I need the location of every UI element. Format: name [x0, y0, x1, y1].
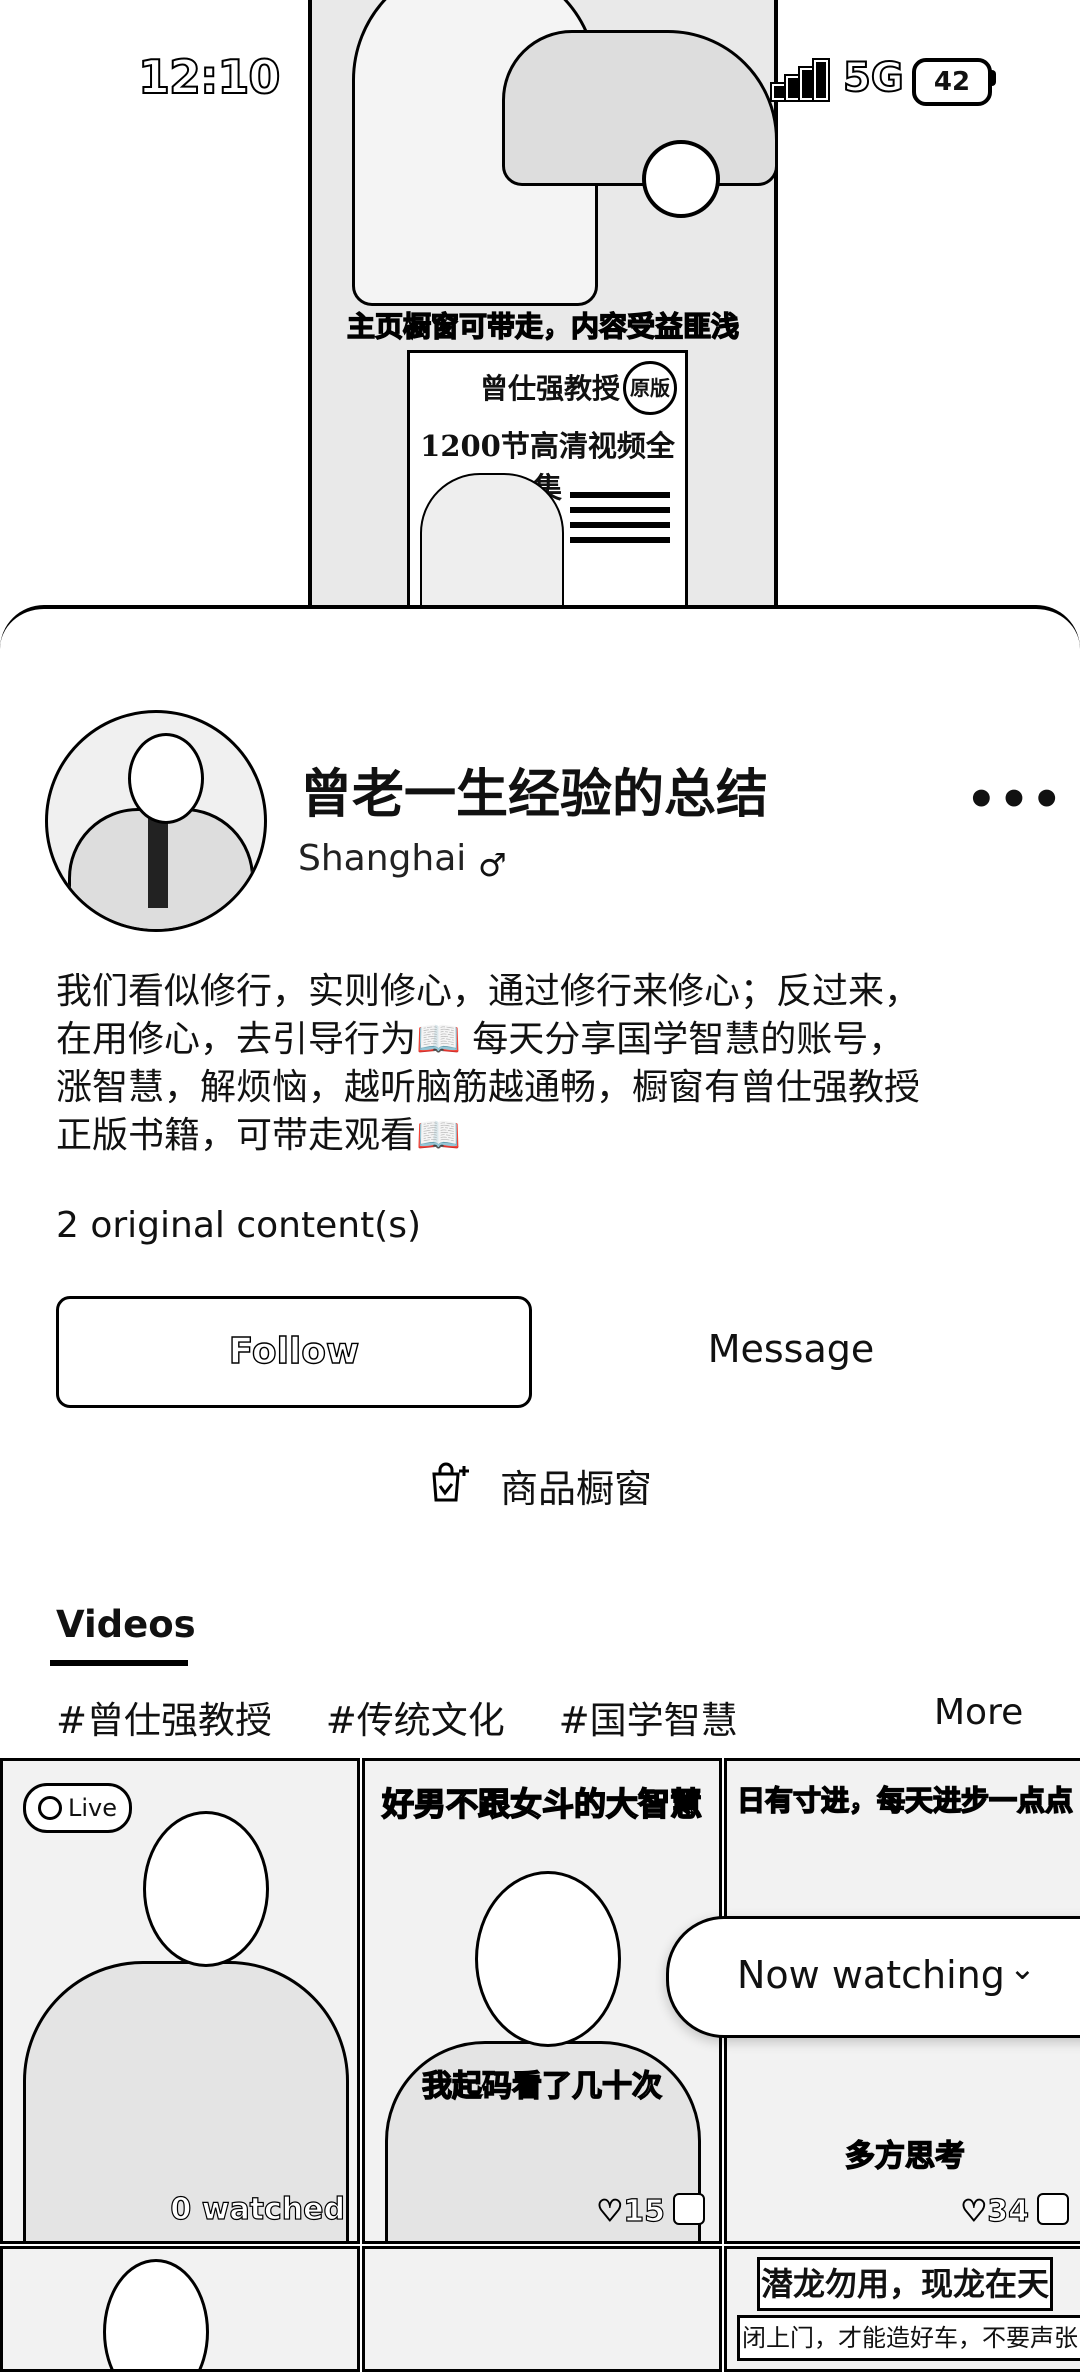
video-thumbnail[interactable]: 潜龙勿用，现龙在天 闭上门，才能造好车，不要声张 [724, 2246, 1080, 2372]
live-icon [38, 1796, 62, 1820]
video-car-wheel [642, 140, 720, 218]
video-frame[interactable]: 主页橱窗可带走，内容受益匪浅 曾仕强教授 原版 1200节高清视频全集 [308, 0, 778, 620]
shop-window-label: 商品橱窗 [500, 1467, 653, 1511]
thumbnail-caption: 潜龙勿用，现龙在天 [757, 2257, 1053, 2311]
live-badge: Live [23, 1783, 133, 1833]
book-cover-image: 曾仕强教授 原版 1200节高清视频全集 [407, 350, 688, 620]
battery-icon: 42 [912, 58, 992, 106]
video-thumbnail[interactable]: 好男不跟女斗的大智慧 我起码看了几十次 ♡15 [362, 1758, 722, 2244]
book-text-lines [570, 483, 670, 552]
profile-bio: 我们看似修行，实则修心，通过修行来修心；反过来， 在用修心，去引导行为📖 每天分… [56, 968, 1036, 1160]
profile-location: Shanghai [298, 838, 467, 879]
video-car-image [502, 30, 778, 186]
thumbnail-figure [143, 1811, 269, 1967]
bio-line: 我们看似修行，实则修心，通过修行来修心；反过来， [56, 971, 921, 1012]
now-watching-label: Now watching [737, 1953, 1005, 1997]
like-count-value: ♡34 [960, 2193, 1030, 2229]
shopping-bag-icon [432, 1462, 469, 1502]
hashtag-filter[interactable]: #传统文化 [326, 1699, 505, 1742]
avatar-head [128, 733, 204, 824]
thumbnail-subtitle: 我起码看了几十次 [421, 2068, 662, 2104]
video-thumbnail[interactable] [0, 2246, 360, 2372]
battery-tip [990, 70, 996, 86]
message-button[interactable]: Message [556, 1296, 1026, 1402]
thumbnail-subtitle: 闭上门，才能造好车，不要声张 [737, 2315, 1080, 2361]
avatar-tie [148, 818, 168, 908]
like-count-value: ♡15 [596, 2193, 666, 2229]
avatar[interactable] [45, 710, 267, 932]
tab-active-indicator [50, 1660, 188, 1666]
video-grid: Live 0 watched 好男不跟女斗的大智慧 我起码看了几十次 ♡15 日… [0, 1758, 1080, 2372]
video-subtitle: 主页橱窗可带走，内容受益匪浅 [346, 309, 739, 343]
hashtag-filters: #曾仕强教授 #传统文化 #国学智慧 [56, 1690, 780, 1744]
follow-button[interactable]: Follow [56, 1296, 532, 1408]
now-watching-pill[interactable]: Now watching ⌄ [666, 1916, 1080, 2038]
thumbnail-figure [103, 2259, 209, 2369]
book-badge: 原版 [623, 361, 677, 415]
pin-icon [1037, 2193, 1069, 2225]
status-time: 12:10 [137, 49, 281, 105]
more-horizontal-icon[interactable]: ••• [966, 772, 1064, 828]
bio-line: 涨智慧，解烦恼，越听脑筋越通畅，橱窗有曾仕强教授 [56, 1067, 921, 1108]
profile-name: 曾老一生经验的总结 [300, 765, 769, 825]
thumbnail-subtitle: 多方思考 [844, 2138, 965, 2174]
original-content-count: 2 original content(s) [56, 1205, 422, 1246]
thumbnail-figure [475, 1871, 621, 2047]
thumbnail-caption: 好男不跟女斗的大智慧 [381, 1784, 703, 1824]
hashtag-filter[interactable]: #曾仕强教授 [56, 1699, 272, 1742]
thumbnail-caption: 日有寸进，每天进步一点点 [736, 1783, 1074, 1818]
tags-more-button[interactable]: More [934, 1692, 1023, 1733]
hashtag-filter[interactable]: #国学智慧 [559, 1699, 738, 1742]
live-label: Live [68, 1794, 118, 1822]
video-thumbnail[interactable]: Live 0 watched [0, 1758, 360, 2244]
watched-count: 0 watched [170, 2191, 346, 2227]
signal-icon [770, 58, 832, 102]
book-portrait [420, 473, 564, 620]
video-thumbnail[interactable] [362, 2246, 722, 2372]
bio-line: 正版书籍，可带走观看📖 [56, 1115, 461, 1156]
tab-videos[interactable]: Videos [56, 1603, 196, 1646]
network-type: 5G [842, 54, 905, 102]
bio-line: 在用修心，去引导行为📖 每天分享国学智慧的账号， [56, 1019, 905, 1060]
like-count: ♡15 [596, 2193, 705, 2230]
pin-icon [673, 2193, 705, 2225]
book-title: 曾仕强教授 [480, 372, 621, 405]
chevron-down-icon: ⌄ [1009, 1949, 1036, 1987]
male-icon: ♂ [478, 846, 507, 884]
like-count: ♡34 [960, 2193, 1069, 2230]
